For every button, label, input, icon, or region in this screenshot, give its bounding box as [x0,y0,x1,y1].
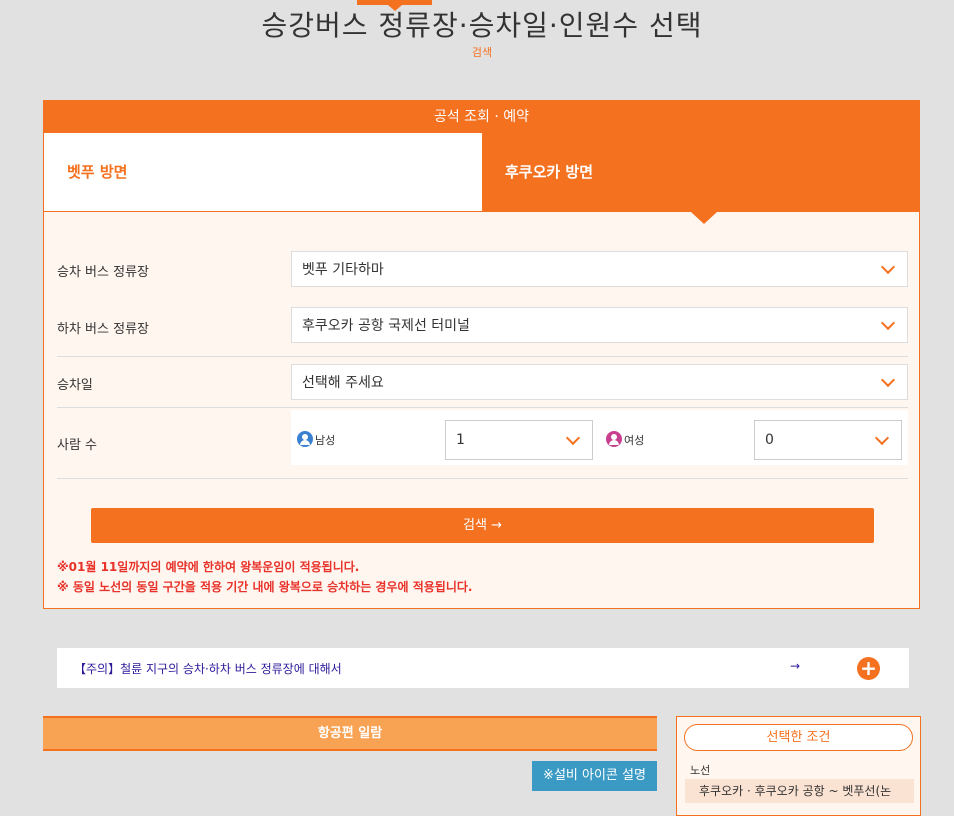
chevron-down-icon [880,315,896,331]
boarding-date-value: 선택해 주세요 [302,375,384,391]
boarding-stop-label: 승차 버스 정류장 [57,265,149,280]
divider [57,356,908,357]
alighting-stop-row: 하차 버스 정류장 후쿠오카 공항 국제선 터미널 [57,307,908,343]
alighting-stop-value: 후쿠오카 공항 국제선 터미널 [302,318,470,334]
arrow-right-icon: → [790,659,801,673]
male-label: 남성 [315,434,336,447]
amenity-icon-legend-button[interactable]: ※설비 아이콘 설명 [532,761,657,791]
selected-conditions-panel: 선택한 조건 노선 후쿠오카 · 후쿠오카 공항 ~ 벳푸선(논 [676,716,921,816]
page-subtitle: 검색 [471,46,493,59]
boarding-date-select[interactable]: 선택해 주세요 [291,364,908,400]
female-label: 여성 [624,434,645,447]
expand-plus-button[interactable]: + [857,657,880,680]
notice-round-trip: ※01월 11일까지의 예약에 한하여 왕복운임이 적용됩니다. [57,560,360,574]
direction-tabs: 벳푸 방면 후쿠오카 방면 [44,133,919,224]
tab-beppu[interactable]: 벳푸 방면 [44,133,482,212]
route-label: 노선 [690,764,711,777]
chevron-down-icon [880,259,896,275]
page-title: 승강버스 정류장·승차일·인원수 선택 [261,9,703,42]
divider [57,478,908,479]
chevron-down-icon [880,372,896,388]
flight-list-header: 항공편 일람 [43,716,657,751]
search-button[interactable]: 검색 → [91,508,874,543]
notice-condition: ※ 동일 노선의 동일 구간을 적용 기간 내에 왕복으로 승차하는 경우에 적… [57,580,473,594]
persons-selector: 남성 1 여성 0 [291,410,908,465]
selected-conditions-title: 선택한 조건 [684,724,913,751]
female-count-value: 0 [765,432,774,448]
male-count-select[interactable]: 1 [445,420,593,460]
search-panel: 공석 조회 · 예약 벳푸 방면 후쿠오카 방면 승차 버스 정류장 벳푸 기타… [43,100,920,609]
panel-header: 공석 조회 · 예약 [44,101,919,133]
male-count-value: 1 [456,432,465,448]
caution-link[interactable]: 【주의】철륜 지구의 승차·하차 버스 정류장에 대해서 [74,660,342,677]
tab-fukuoka[interactable]: 후쿠오카 방면 [482,133,919,224]
boarding-date-label: 승차일 [57,378,93,393]
caution-box[interactable]: 【주의】철륜 지구의 승차·하차 버스 정류장에 대해서 → + [57,648,909,688]
alighting-stop-select[interactable]: 후쿠오카 공항 국제선 터미널 [291,307,908,343]
boarding-stop-value: 벳푸 기타하마 [302,262,384,278]
alighting-stop-label: 하차 버스 정류장 [57,322,149,337]
route-value: 후쿠오카 · 후쿠오카 공항 ~ 벳푸선(논 [685,779,914,803]
boarding-stop-row: 승차 버스 정류장 벳푸 기타하마 [57,251,908,287]
boarding-date-row: 승차일 선택해 주세요 [57,364,908,400]
chevron-down-icon [565,430,581,446]
female-icon [606,431,622,447]
persons-label: 사람 수 [57,438,98,453]
boarding-stop-select[interactable]: 벳푸 기타하마 [291,251,908,287]
chevron-down-icon [874,430,890,446]
male-icon [297,431,313,447]
divider [57,407,908,408]
female-count-select[interactable]: 0 [754,420,902,460]
